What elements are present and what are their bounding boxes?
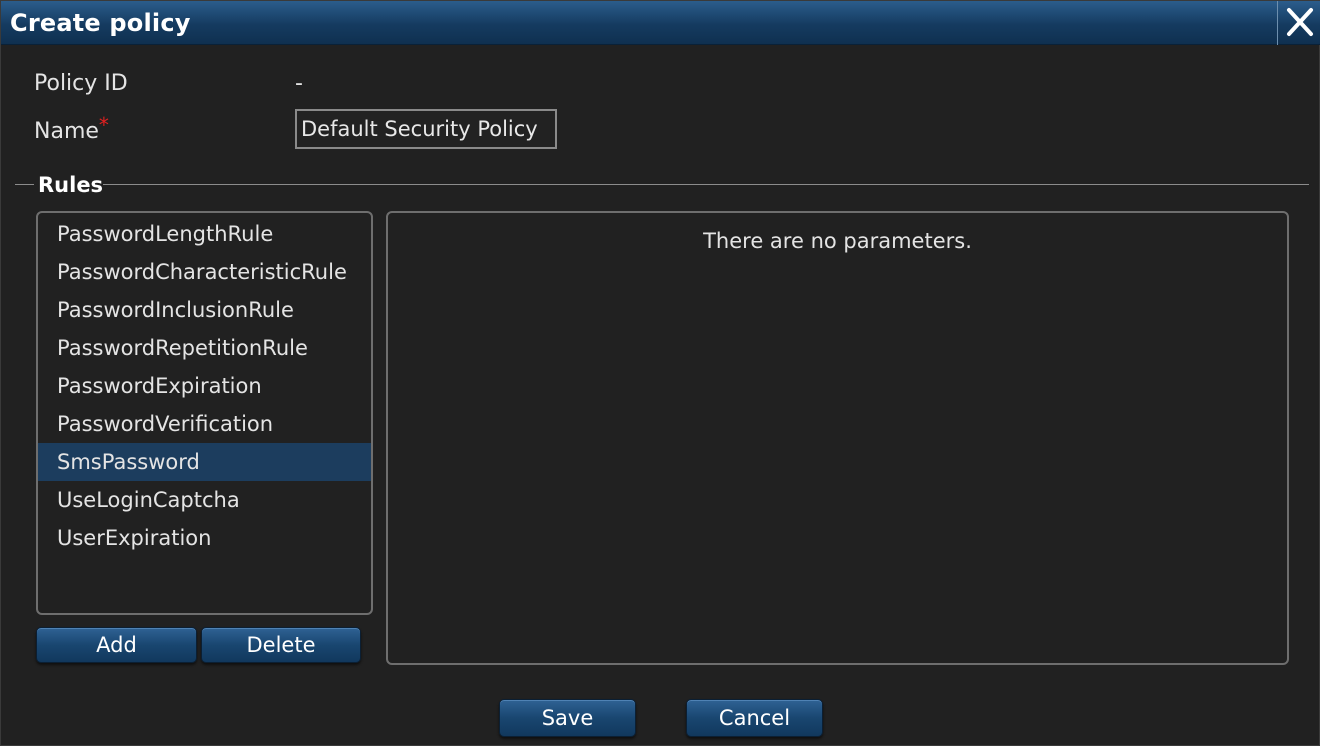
cancel-button[interactable]: Cancel [686, 699, 823, 737]
rule-item-sms-password[interactable]: SmsPassword [38, 443, 371, 481]
rule-item-user-expiration[interactable]: UserExpiration [38, 519, 371, 557]
rule-item-password-repetition-rule[interactable]: PasswordRepetitionRule [38, 329, 371, 367]
rule-item-password-characteristic-rule[interactable]: PasswordCharacteristicRule [38, 253, 371, 291]
rule-item-use-login-captcha[interactable]: UseLoginCaptcha [38, 481, 371, 519]
dialog-title: Create policy [10, 9, 191, 37]
policy-id-value: - [295, 71, 303, 96]
no-parameters-message: There are no parameters. [703, 229, 972, 253]
title-bar: Create policy [1, 1, 1320, 45]
rule-item-password-expiration[interactable]: PasswordExpiration [38, 367, 371, 405]
parameters-panel: There are no parameters. [386, 211, 1289, 665]
delete-rule-button[interactable]: Delete [201, 627, 361, 663]
rule-item-password-length-rule[interactable]: PasswordLengthRule [38, 215, 371, 253]
rules-group-border-left [15, 184, 34, 185]
add-rule-button[interactable]: Add [36, 627, 197, 663]
rules-group-legend: Rules [38, 173, 104, 197]
save-button[interactable]: Save [499, 699, 636, 737]
rules-group-border-right [103, 184, 1309, 185]
policy-id-label: Policy ID [34, 71, 128, 96]
name-label-row: Name* [34, 113, 109, 144]
close-icon [1287, 8, 1313, 36]
name-label: Name [34, 119, 99, 144]
required-marker: * [98, 113, 109, 137]
rule-item-password-verification[interactable]: PasswordVerification [38, 405, 371, 443]
rule-item-password-inclusion-rule[interactable]: PasswordInclusionRule [38, 291, 371, 329]
name-input[interactable] [295, 109, 557, 149]
close-button[interactable] [1277, 1, 1320, 45]
rules-list[interactable]: PasswordLengthRule PasswordCharacteristi… [36, 211, 373, 615]
create-policy-dialog: Create policy Policy ID - Name* Rules Pa… [0, 0, 1320, 746]
